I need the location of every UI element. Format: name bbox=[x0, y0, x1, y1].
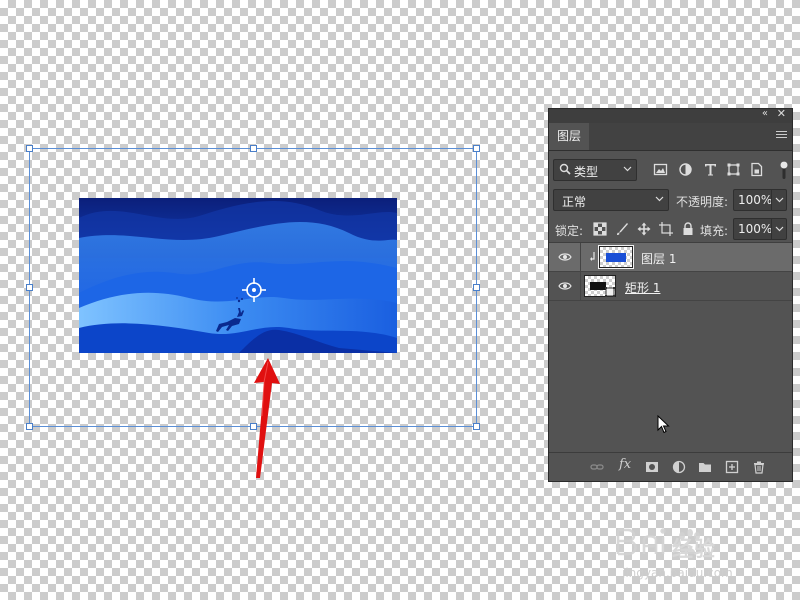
transform-handle-top-left[interactable] bbox=[26, 145, 33, 152]
transform-handle-middle-right[interactable] bbox=[473, 284, 480, 291]
transform-reference-point-icon[interactable] bbox=[242, 278, 266, 302]
layer-name[interactable]: 矩形 1 bbox=[625, 279, 660, 296]
filter-kind-dropdown[interactable]: 类型 bbox=[553, 159, 637, 181]
layer-filter-row: 类型 bbox=[549, 159, 792, 183]
trash-icon[interactable] bbox=[752, 460, 766, 474]
layer-name[interactable]: 图层 1 bbox=[641, 250, 676, 267]
new-layer-icon[interactable] bbox=[725, 460, 739, 474]
clipped-artwork-image[interactable] bbox=[79, 198, 397, 353]
watermark-text: 经验 bbox=[672, 537, 716, 561]
filter-kind-label: 类型 bbox=[574, 165, 599, 179]
eye-visibility-icon[interactable] bbox=[558, 280, 572, 292]
prevent-auto-nesting-icon[interactable] bbox=[659, 222, 673, 236]
filter-toggle-switch[interactable] bbox=[780, 159, 788, 181]
layers-panel: « ✕ 图层 类型 正常 不透明度: 100% 锁定: 填充: 100% 图层 … bbox=[548, 107, 793, 482]
lock-transparency-icon[interactable] bbox=[593, 222, 607, 236]
blend-opacity-row: 正常 不透明度: 100% bbox=[549, 189, 792, 213]
chevron-down-icon bbox=[775, 197, 784, 203]
opacity-field[interactable]: 100% bbox=[733, 189, 787, 211]
layer-row-layer-1[interactable]: 图层 1 bbox=[549, 243, 792, 272]
layer-row-rectangle-1[interactable]: 矩形 1 bbox=[549, 272, 792, 301]
layer-separator bbox=[580, 243, 581, 271]
opacity-label: 不透明度: bbox=[676, 195, 729, 209]
mask-icon[interactable] bbox=[645, 460, 659, 474]
type-filter-icon[interactable] bbox=[703, 162, 718, 177]
fill-label: 填充: bbox=[700, 224, 729, 238]
search-icon bbox=[559, 163, 571, 175]
transform-handle-top-right[interactable] bbox=[473, 145, 480, 152]
opacity-dropdown-button[interactable] bbox=[771, 190, 786, 210]
lock-all-icon[interactable] bbox=[681, 222, 695, 236]
close-panel-icon[interactable]: ✕ bbox=[777, 107, 786, 120]
tab-layers[interactable]: 图层 bbox=[549, 123, 589, 150]
transform-handle-bottom-right[interactable] bbox=[473, 423, 480, 430]
transform-handle-top-center[interactable] bbox=[250, 145, 257, 152]
chevron-down-icon bbox=[775, 226, 784, 232]
blue-landscape-illustration bbox=[79, 198, 397, 353]
eye-visibility-icon[interactable] bbox=[558, 251, 572, 263]
red-annotation-arrow-icon bbox=[254, 358, 280, 478]
mouse-pointer-icon bbox=[657, 415, 670, 434]
smart-object-filter-icon[interactable] bbox=[749, 162, 764, 177]
lock-fill-row: 锁定: 填充: 100% bbox=[549, 218, 792, 243]
watermark-url: jingyan.baidu.com bbox=[622, 566, 733, 580]
fill-field[interactable]: 100% bbox=[733, 218, 787, 240]
transform-handle-middle-left[interactable] bbox=[26, 284, 33, 291]
image-filter-icon[interactable] bbox=[653, 162, 668, 177]
clipping-mask-arrow-icon bbox=[590, 252, 595, 261]
collapse-panel-icon[interactable]: « bbox=[762, 108, 768, 119]
transform-handle-bottom-left[interactable] bbox=[26, 423, 33, 430]
layers-list: 图层 1 矩形 1 bbox=[549, 243, 792, 301]
adjustment-filter-icon[interactable] bbox=[678, 162, 693, 177]
fill-value: 100% bbox=[738, 222, 773, 236]
thumbnail-artwork bbox=[606, 253, 626, 262]
adjustment-layer-icon[interactable] bbox=[672, 460, 686, 474]
shape-filter-icon[interactable] bbox=[726, 162, 741, 177]
group-folder-icon[interactable] bbox=[698, 460, 712, 474]
lock-position-icon[interactable] bbox=[637, 222, 651, 236]
link-icon[interactable] bbox=[590, 460, 604, 474]
layer-1-thumbnail[interactable] bbox=[598, 245, 634, 269]
layer-separator bbox=[580, 272, 581, 300]
lock-image-pixels-icon[interactable] bbox=[615, 222, 629, 236]
panel-footer-toolbar: fx bbox=[549, 452, 792, 481]
fill-dropdown-button[interactable] bbox=[771, 219, 786, 239]
blend-mode-label: 正常 bbox=[562, 195, 587, 209]
opacity-value: 100% bbox=[738, 193, 773, 207]
vector-mask-icon bbox=[605, 287, 615, 297]
chevron-down-icon bbox=[623, 166, 632, 172]
thumbnail-shape bbox=[590, 282, 606, 290]
panel-tab-bar: 图层 bbox=[549, 123, 792, 151]
panel-menu-icon[interactable] bbox=[776, 129, 787, 140]
blend-mode-dropdown[interactable]: 正常 bbox=[553, 189, 669, 211]
chevron-down-icon bbox=[655, 196, 664, 202]
fx-icon[interactable]: fx bbox=[619, 457, 631, 472]
lock-label: 锁定: bbox=[555, 224, 584, 238]
panel-title-bar[interactable]: « ✕ bbox=[549, 107, 792, 123]
